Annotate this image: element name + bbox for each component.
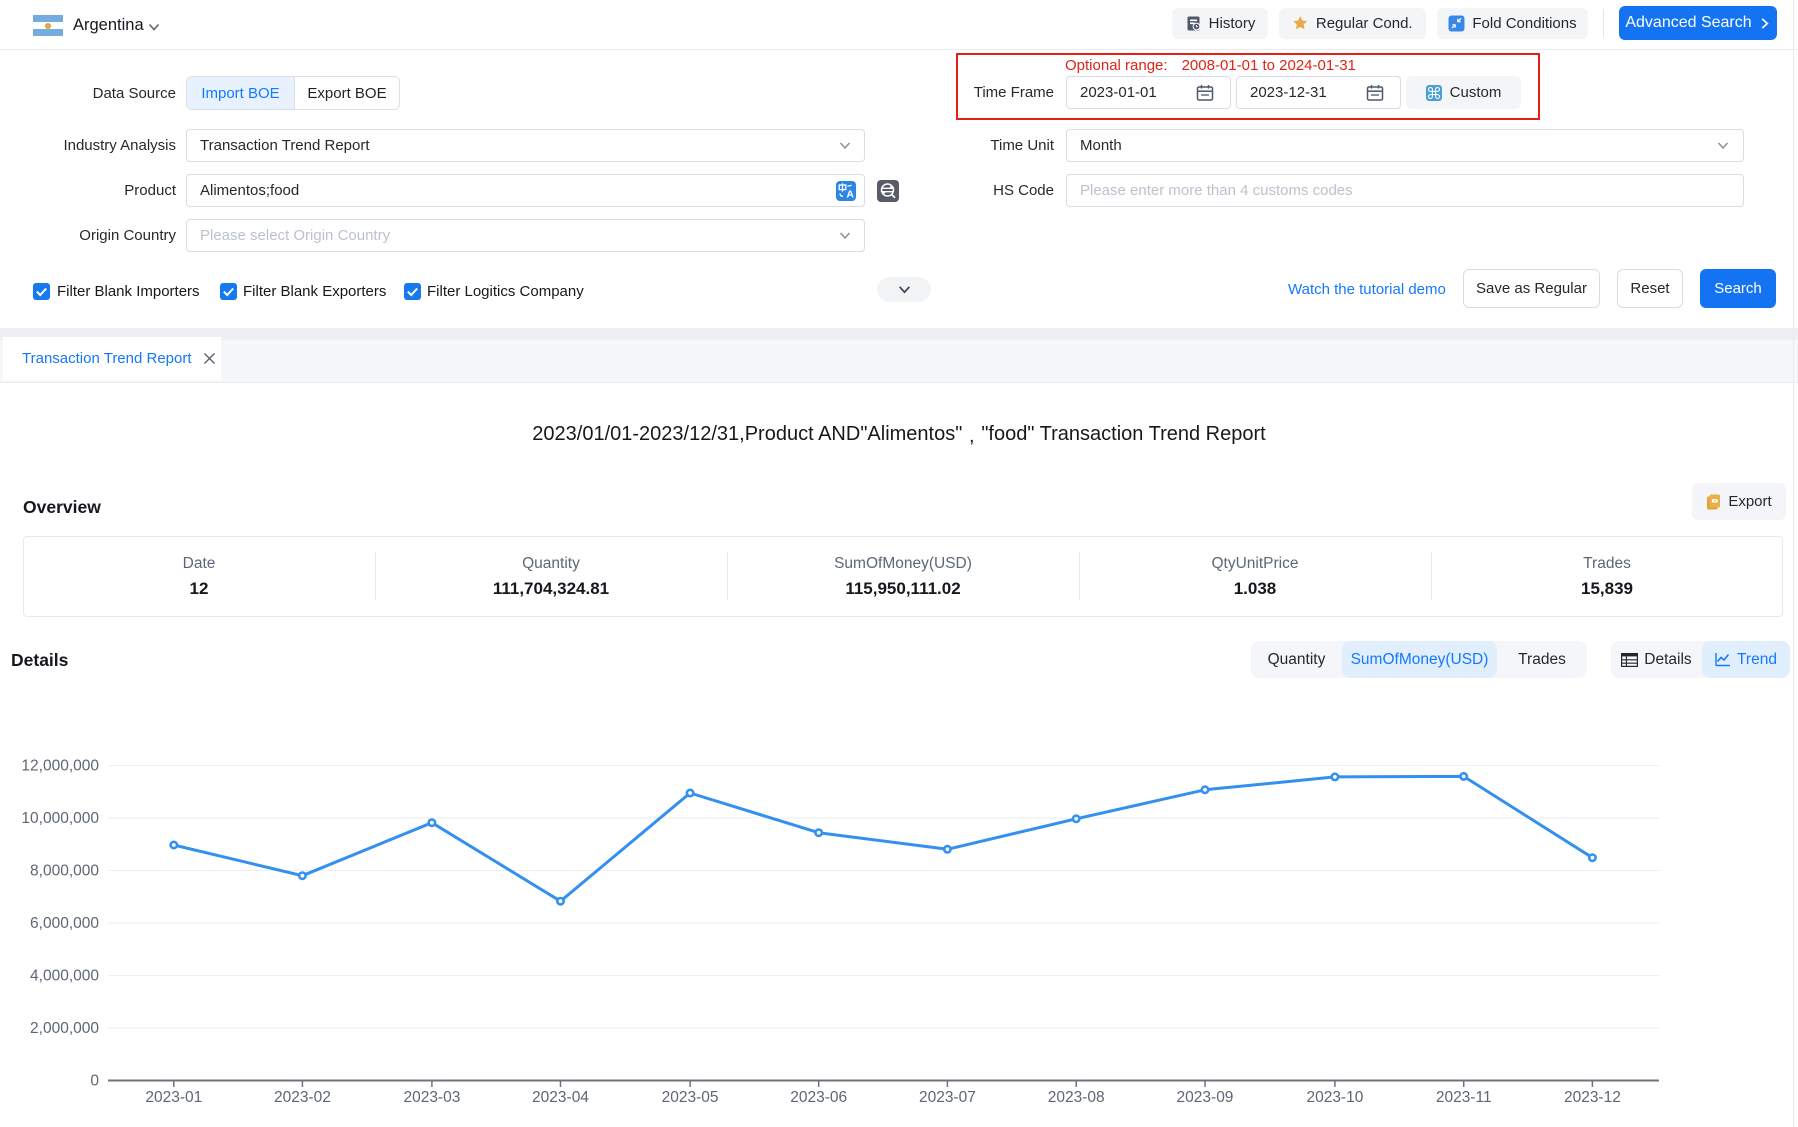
svg-text:4,000,000: 4,000,000 <box>30 968 99 985</box>
svg-text:2023-09: 2023-09 <box>1177 1089 1234 1106</box>
svg-text:6,000,000: 6,000,000 <box>30 915 99 932</box>
svg-text:2,000,000: 2,000,000 <box>30 1020 99 1037</box>
svg-text:2023-06: 2023-06 <box>790 1089 847 1106</box>
svg-text:2023-04: 2023-04 <box>532 1089 589 1106</box>
svg-text:A: A <box>846 189 854 201</box>
svg-text:12,000,000: 12,000,000 <box>21 758 99 775</box>
svg-text:2023-07: 2023-07 <box>919 1089 976 1106</box>
svg-text:2023-03: 2023-03 <box>403 1089 460 1106</box>
svg-text:2023-01: 2023-01 <box>145 1089 202 1106</box>
svg-text:2023-12: 2023-12 <box>1564 1089 1621 1106</box>
svg-text:2023-02: 2023-02 <box>274 1089 331 1106</box>
svg-text:2023-10: 2023-10 <box>1306 1089 1363 1106</box>
svg-text:10,000,000: 10,000,000 <box>21 810 99 827</box>
svg-text:2023-11: 2023-11 <box>1436 1089 1492 1106</box>
svg-text:2023-05: 2023-05 <box>662 1089 719 1106</box>
svg-text:8,000,000: 8,000,000 <box>30 863 99 880</box>
svg-text:0: 0 <box>90 1073 99 1090</box>
svg-text:2023-08: 2023-08 <box>1048 1089 1105 1106</box>
